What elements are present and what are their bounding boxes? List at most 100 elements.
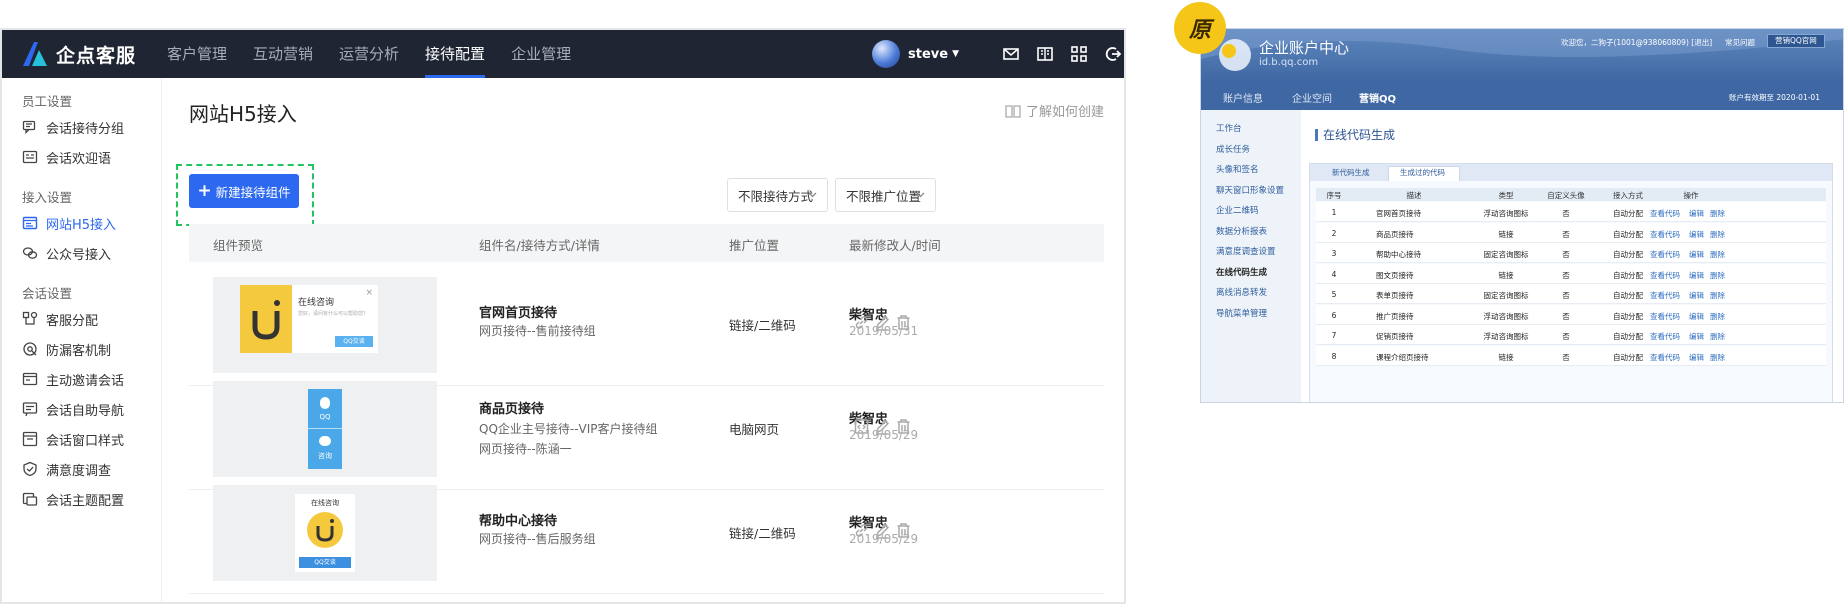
logout-link[interactable]: [退出] bbox=[1691, 38, 1712, 47]
sidebar-item[interactable]: 会话主题配置 bbox=[22, 488, 124, 510]
old-sidebar-item[interactable]: 数据分析报表 bbox=[1216, 225, 1267, 237]
survey-icon bbox=[22, 461, 38, 477]
old-op-link[interactable]: 查看代码 bbox=[1650, 208, 1680, 219]
old-op-link[interactable]: 删除 bbox=[1710, 249, 1725, 260]
nav-item[interactable]: 接待配置 bbox=[412, 30, 498, 78]
old-op-link[interactable]: 删除 bbox=[1710, 311, 1725, 322]
old-op-link[interactable]: 编辑 bbox=[1689, 208, 1704, 219]
old-op-link[interactable]: 编辑 bbox=[1689, 229, 1704, 240]
old-op-link[interactable]: 删除 bbox=[1710, 352, 1725, 363]
official-site-button[interactable]: 营销QQ官网 bbox=[1767, 34, 1825, 48]
old-op-link[interactable]: 查看代码 bbox=[1650, 331, 1680, 342]
old-op-link[interactable]: 编辑 bbox=[1689, 290, 1704, 301]
old-table-cell: 8 bbox=[1331, 351, 1337, 361]
help-link[interactable]: 常见问题 bbox=[1725, 37, 1755, 48]
popup-body: 您好，请问有什么可以帮助您? bbox=[298, 311, 366, 317]
sidebar-item[interactable]: 会话窗口样式 bbox=[22, 428, 124, 450]
old-nav-tab[interactable]: 营销QQ bbox=[1359, 90, 1396, 105]
delete-icon[interactable] bbox=[895, 314, 912, 331]
old-sidebar-item[interactable]: 聊天窗口形象设置 bbox=[1216, 184, 1284, 196]
nav-item[interactable]: 客户管理 bbox=[154, 30, 240, 78]
edit-icon[interactable] bbox=[874, 314, 891, 331]
book-icon[interactable] bbox=[1036, 45, 1054, 63]
divider bbox=[308, 428, 342, 429]
sidebar-item[interactable]: 会话自助导航 bbox=[22, 398, 124, 420]
sidebar-item[interactable]: 会话欢迎语 bbox=[22, 146, 111, 168]
old-op-link[interactable]: 查看代码 bbox=[1650, 352, 1680, 363]
avatar[interactable] bbox=[872, 40, 900, 68]
old-table-cell: 自动分配 bbox=[1613, 352, 1643, 362]
old-header: 企业账户中心 id.b.qq.com 欢迎您，二狗子(1001@93806080… bbox=[1201, 29, 1843, 85]
link-icon[interactable] bbox=[853, 522, 870, 539]
delete-icon[interactable] bbox=[895, 418, 912, 435]
old-op-link[interactable]: 查看代码 bbox=[1650, 229, 1680, 240]
old-nav-tab[interactable]: 企业空间 bbox=[1292, 90, 1332, 105]
nav-item[interactable]: 企业管理 bbox=[498, 30, 584, 78]
filter-position-select[interactable]: 不限推广位置 bbox=[835, 178, 936, 212]
table-header: 组件预览 组件名/接待方式/详情 推广位置 最新修改人/时间 bbox=[189, 224, 1104, 262]
sidebar-item[interactable]: 客服分配 bbox=[22, 308, 98, 330]
old-table-row: 1 官网首页接待 浮动咨询图标 否 自动分配 查看代码 编辑 删除 bbox=[1316, 202, 1826, 222]
old-op-link[interactable]: 删除 bbox=[1710, 331, 1725, 342]
old-sidebar-item[interactable]: 满意度调查设置 bbox=[1216, 245, 1276, 257]
old-code-panel: 新代码生成 生成过的代码 序号 描述 类型 自定义头像 接入方式 操作 1 官网首页接待 浮动… bbox=[1309, 163, 1833, 402]
old-sidebar-item[interactable]: 导航菜单管理 bbox=[1216, 307, 1267, 319]
filter-method-select[interactable]: 不限接待方式 bbox=[727, 178, 828, 212]
nav-item[interactable]: 互动营销 bbox=[240, 30, 326, 78]
old-op-link[interactable]: 查看代码 bbox=[1650, 270, 1680, 281]
old-op-link[interactable]: 查看代码 bbox=[1650, 311, 1680, 322]
theme-icon bbox=[22, 491, 38, 507]
old-sidebar-item[interactable]: 企业二维码 bbox=[1216, 204, 1259, 216]
old-sidebar-item[interactable]: 工作台 bbox=[1216, 122, 1242, 134]
sidebar-item[interactable]: 公众号接入 bbox=[22, 242, 111, 264]
old-op-link[interactable]: 编辑 bbox=[1689, 352, 1704, 363]
mail-icon[interactable] bbox=[1002, 45, 1020, 63]
old-op-link[interactable]: 查看代码 bbox=[1650, 290, 1680, 301]
page-title: 网站H5接入 bbox=[189, 102, 297, 126]
nav-item[interactable]: 运营分析 bbox=[326, 30, 412, 78]
old-op-link[interactable]: 编辑 bbox=[1689, 331, 1704, 342]
sidebar-item[interactable]: 会话接待分组 bbox=[22, 116, 124, 138]
code-icon[interactable] bbox=[853, 418, 870, 435]
old-op-link[interactable]: 删除 bbox=[1710, 208, 1725, 219]
old-op-link[interactable]: 查看代码 bbox=[1650, 249, 1680, 260]
old-domain: id.b.qq.com bbox=[1259, 57, 1319, 68]
old-op-link[interactable]: 编辑 bbox=[1689, 249, 1704, 260]
user-menu[interactable]: steve ▼ bbox=[872, 40, 959, 68]
old-op-link[interactable]: 编辑 bbox=[1689, 270, 1704, 281]
old-op-link[interactable]: 删除 bbox=[1710, 229, 1725, 240]
caret-down-icon: ▼ bbox=[952, 49, 959, 59]
old-nav-tab[interactable]: 账户信息 bbox=[1223, 90, 1263, 105]
welcome-icon bbox=[22, 149, 38, 165]
old-sidebar-item[interactable]: 头像和签名 bbox=[1216, 163, 1259, 175]
old-table-row: 7 促销页接待 浮动咨询图标 否 自动分配 查看代码 编辑 删除 bbox=[1316, 325, 1826, 345]
old-sidebar-item[interactable]: 成长任务 bbox=[1216, 143, 1250, 155]
old-table-cell: 2 bbox=[1331, 228, 1337, 238]
grid-icon[interactable] bbox=[1070, 45, 1088, 63]
logout-icon[interactable] bbox=[1104, 45, 1122, 63]
new-component-button[interactable]: + 新建接待组件 bbox=[189, 174, 299, 208]
subtab-generated-code[interactable]: 生成过的代码 bbox=[1400, 167, 1445, 178]
old-sidebar-item[interactable]: 离线消息转发 bbox=[1216, 286, 1267, 298]
old-op-link[interactable]: 删除 bbox=[1710, 270, 1725, 281]
old-table-row: 4 图文页接待 链接 否 自动分配 查看代码 编辑 删除 bbox=[1316, 263, 1826, 284]
logo[interactable]: 企点客服 bbox=[20, 39, 136, 69]
old-table-cell: 1 bbox=[1331, 208, 1337, 217]
old-table-cell: 否 bbox=[1562, 250, 1570, 259]
edit-icon[interactable] bbox=[874, 418, 891, 435]
delete-icon[interactable] bbox=[895, 522, 912, 539]
link-icon[interactable] bbox=[853, 314, 870, 331]
old-op-link[interactable]: 编辑 bbox=[1689, 311, 1704, 322]
sidebar-item[interactable]: 防漏客机制 bbox=[22, 338, 111, 360]
component-preview: 在线咨询 QQ交谈 bbox=[213, 485, 437, 581]
component-detail: 网页接待--陈涵一 bbox=[479, 442, 572, 456]
card-title: 在线咨询 bbox=[311, 499, 339, 507]
old-sidebar-item[interactable]: 在线代码生成 bbox=[1216, 266, 1267, 278]
sidebar-item[interactable]: 网站H5接入 bbox=[22, 212, 116, 234]
subtab-new-code[interactable]: 新代码生成 bbox=[1332, 167, 1370, 178]
old-op-link[interactable]: 删除 bbox=[1710, 290, 1725, 301]
learn-how-link[interactable]: 了解如何创建 bbox=[1005, 101, 1104, 120]
sidebar-item[interactable]: 主动邀请会话 bbox=[22, 368, 124, 390]
sidebar-item[interactable]: 满意度调查 bbox=[22, 458, 111, 480]
edit-icon[interactable] bbox=[874, 522, 891, 539]
